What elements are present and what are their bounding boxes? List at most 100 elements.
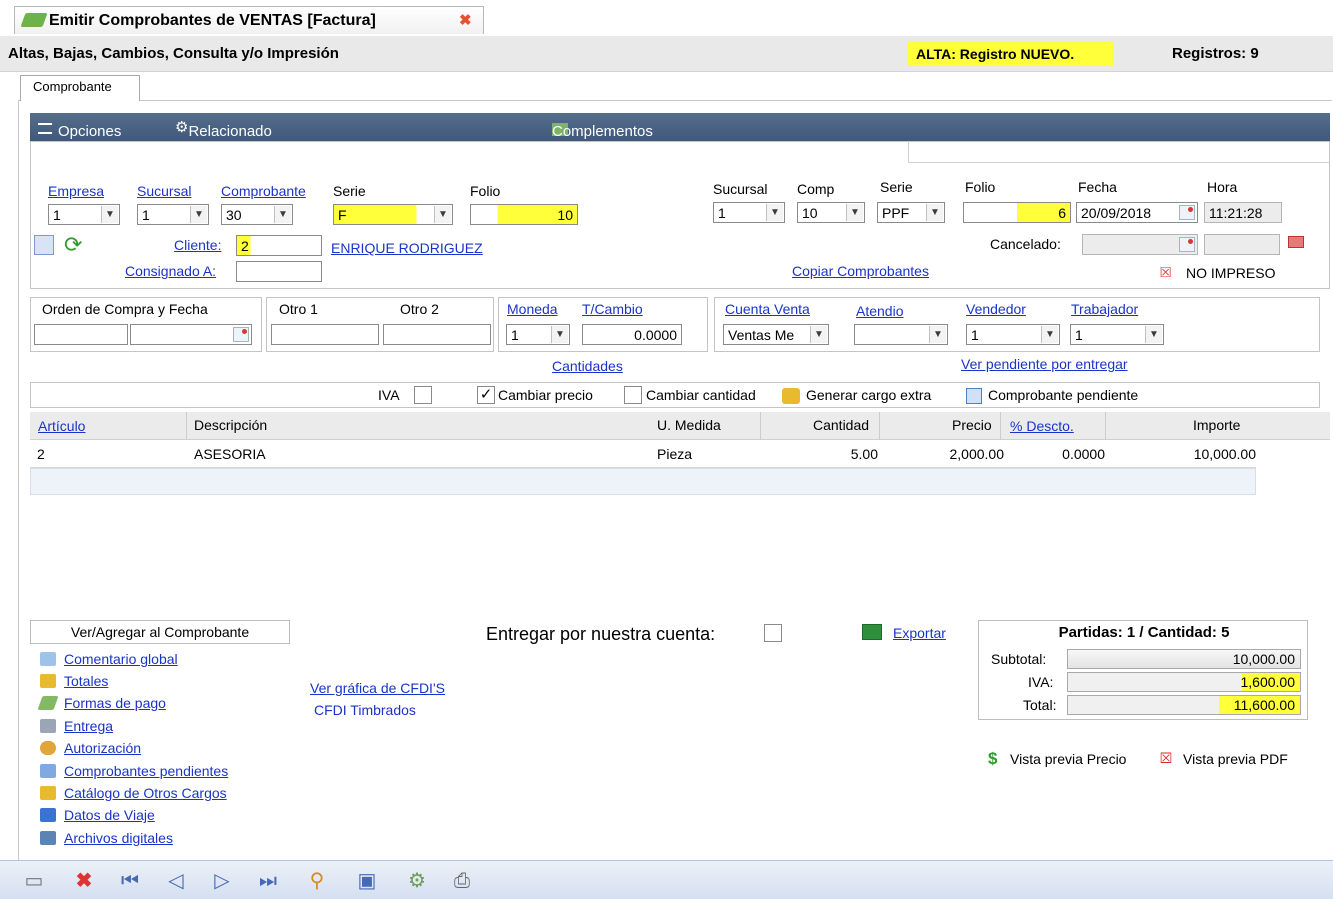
settings-icon[interactable]: ⚙: [405, 869, 429, 893]
list-item[interactable]: Datos de Viaje: [40, 807, 155, 823]
cliente-field[interactable]: 2: [236, 235, 322, 256]
menu-relacionado[interactable]: ⚙ Relacionado al Comprobante o Cliente: [175, 118, 279, 191]
header-side-box: [908, 141, 1330, 163]
consignado-link[interactable]: Consignado A:: [125, 263, 216, 279]
tcambio-link[interactable]: T/Cambio: [582, 301, 643, 317]
list-item[interactable]: Archivos digitales: [40, 830, 173, 846]
first-record-icon[interactable]: ⏮: [118, 869, 142, 893]
print-icon[interactable]: ⎙: [450, 869, 474, 893]
close-tab-icon[interactable]: ✖: [459, 11, 472, 29]
comp-select[interactable]: 10 ▼: [797, 202, 865, 223]
serie2-select[interactable]: PPF ▼: [877, 202, 945, 223]
vendedor-link[interactable]: Vendedor: [966, 301, 1026, 317]
menu-opciones[interactable]: Opciones: [38, 118, 121, 140]
list-item[interactable]: Comprobantes pendientes: [40, 763, 228, 779]
otro1-field[interactable]: [271, 324, 379, 345]
moneda-link[interactable]: Moneda: [507, 301, 558, 317]
excel-icon[interactable]: [862, 624, 882, 640]
list-item[interactable]: Formas de pago: [37, 695, 166, 711]
vista-precio-link[interactable]: Vista previa Precio: [1010, 751, 1126, 767]
folio-field[interactable]: 10: [470, 204, 578, 225]
col-descripcion: Descripción: [194, 417, 268, 433]
cfdi-timbrados-link[interactable]: CFDI Timbrados: [314, 702, 416, 718]
sucursal2-select[interactable]: 1 ▼: [713, 202, 785, 223]
empresa-select[interactable]: 1 ▼: [48, 204, 120, 225]
copiar-comprobantes-link[interactable]: Copiar Comprobantes: [792, 263, 929, 279]
vista-pdf-link[interactable]: Vista previa PDF: [1183, 751, 1288, 767]
chevron-down-icon: ▼: [274, 206, 291, 223]
list-item[interactable]: Entrega: [40, 718, 113, 734]
serie-select[interactable]: F ▼: [333, 204, 453, 225]
entregar-label: Entregar por nuestra cuenta:: [486, 624, 716, 644]
col-articulo[interactable]: Artículo: [38, 418, 85, 434]
tab-comprobante[interactable]: Comprobante: [20, 75, 140, 101]
cell-precio: 2,000.00: [949, 446, 1005, 462]
iva-value: 1,600.00: [1067, 672, 1301, 692]
cuenta-venta-link[interactable]: Cuenta Venta: [725, 301, 810, 317]
trabajador-link[interactable]: Trabajador: [1071, 301, 1138, 317]
calendar-icon: [1179, 237, 1195, 252]
tcambio-field[interactable]: 0.0000: [582, 324, 682, 345]
col-divider: [760, 412, 761, 440]
cambiar-cantidad-checkbox[interactable]: [624, 386, 642, 404]
list-item[interactable]: Catálogo de Otros Cargos: [40, 785, 227, 801]
calendar-icon[interactable]: [1179, 205, 1195, 220]
list-item[interactable]: Autorización: [40, 740, 141, 756]
ver-grafica-link[interactable]: Ver gráfica de CFDI'S: [310, 680, 445, 696]
chevron-down-icon: ▼: [551, 326, 568, 343]
document-pending-icon[interactable]: [966, 388, 982, 404]
atendio-link[interactable]: Atendio: [856, 303, 903, 319]
iva-total-label: IVA:: [1028, 674, 1054, 690]
fecha-field[interactable]: 20/09/2018: [1076, 202, 1198, 223]
cliente-link[interactable]: Cliente:: [174, 237, 221, 253]
orden-fecha-field[interactable]: [130, 324, 252, 345]
last-record-icon[interactable]: ⏭: [256, 869, 280, 893]
next-record-icon[interactable]: ▷: [210, 869, 234, 893]
edit-icon[interactable]: [34, 235, 54, 255]
comprobante-select[interactable]: 30 ▼: [221, 204, 293, 225]
table-row[interactable]: 2 ASESORIA Pieza 5.00 2,000.00 0.0000 10…: [30, 442, 1256, 468]
entregar-checkbox[interactable]: [764, 624, 782, 642]
cantidades-link[interactable]: Cantidades: [552, 358, 623, 374]
calendar-icon[interactable]: [233, 327, 249, 342]
comprobante-pendiente-label[interactable]: Comprobante pendiente: [988, 387, 1138, 403]
iva-checkbox[interactable]: [414, 386, 432, 404]
new-row[interactable]: [30, 468, 1256, 495]
cancel-icon[interactable]: [1288, 236, 1304, 248]
comprobante-link[interactable]: Comprobante: [221, 183, 306, 199]
window-title: Emitir Comprobantes de VENTAS [Factura]: [49, 12, 376, 29]
trabajador-select[interactable]: 1 ▼: [1070, 324, 1164, 345]
pdf-icon: ⮽: [1160, 264, 1172, 280]
agregar-title: Ver/Agregar al Comprobante: [30, 620, 290, 644]
moneda-select[interactable]: 1 ▼: [506, 324, 570, 345]
refresh-icon[interactable]: ⟳: [64, 232, 82, 258]
agregar-panel: Ver/Agregar al Comprobante Comentario gl…: [30, 620, 290, 860]
delete-icon[interactable]: ✖: [72, 869, 96, 893]
search-icon[interactable]: ⚲: [305, 869, 329, 893]
list-item[interactable]: Comentario global: [40, 651, 178, 667]
sucursal-select[interactable]: 1 ▼: [137, 204, 209, 225]
document-tab[interactable]: Emitir Comprobantes de VENTAS [Factura] …: [14, 6, 484, 34]
cuenta-venta-select[interactable]: Ventas Me ▼: [723, 324, 829, 345]
vendedor-select[interactable]: 1 ▼: [966, 324, 1060, 345]
cambiar-precio-checkbox[interactable]: ✓: [477, 386, 495, 404]
coins-icon[interactable]: [782, 388, 800, 404]
atendio-select[interactable]: ▼: [854, 324, 948, 345]
cliente-nombre-link[interactable]: ENRIQUE RODRIGUEZ: [331, 240, 483, 256]
empresa-link[interactable]: Empresa: [48, 183, 104, 199]
sucursal-link[interactable]: Sucursal: [137, 183, 191, 199]
consignado-field[interactable]: [236, 261, 322, 282]
otro2-field[interactable]: [383, 324, 491, 345]
new-document-icon[interactable]: ▭: [22, 869, 46, 893]
list-item[interactable]: Totales: [40, 673, 108, 689]
save-icon[interactable]: ▣: [355, 869, 379, 893]
hora-field: 11:21:28: [1204, 202, 1282, 223]
exportar-link[interactable]: Exportar: [893, 625, 946, 641]
folio2-field[interactable]: 6: [963, 202, 1071, 223]
generar-cargo-label[interactable]: Generar cargo extra: [806, 387, 931, 403]
col-descto[interactable]: % Descto.: [1010, 418, 1074, 434]
orden-compra-field[interactable]: [34, 324, 128, 345]
serie-label: Serie: [333, 183, 366, 199]
ver-pendiente-link[interactable]: Ver pendiente por entregar: [961, 356, 1128, 372]
previous-record-icon[interactable]: ◁: [164, 869, 188, 893]
